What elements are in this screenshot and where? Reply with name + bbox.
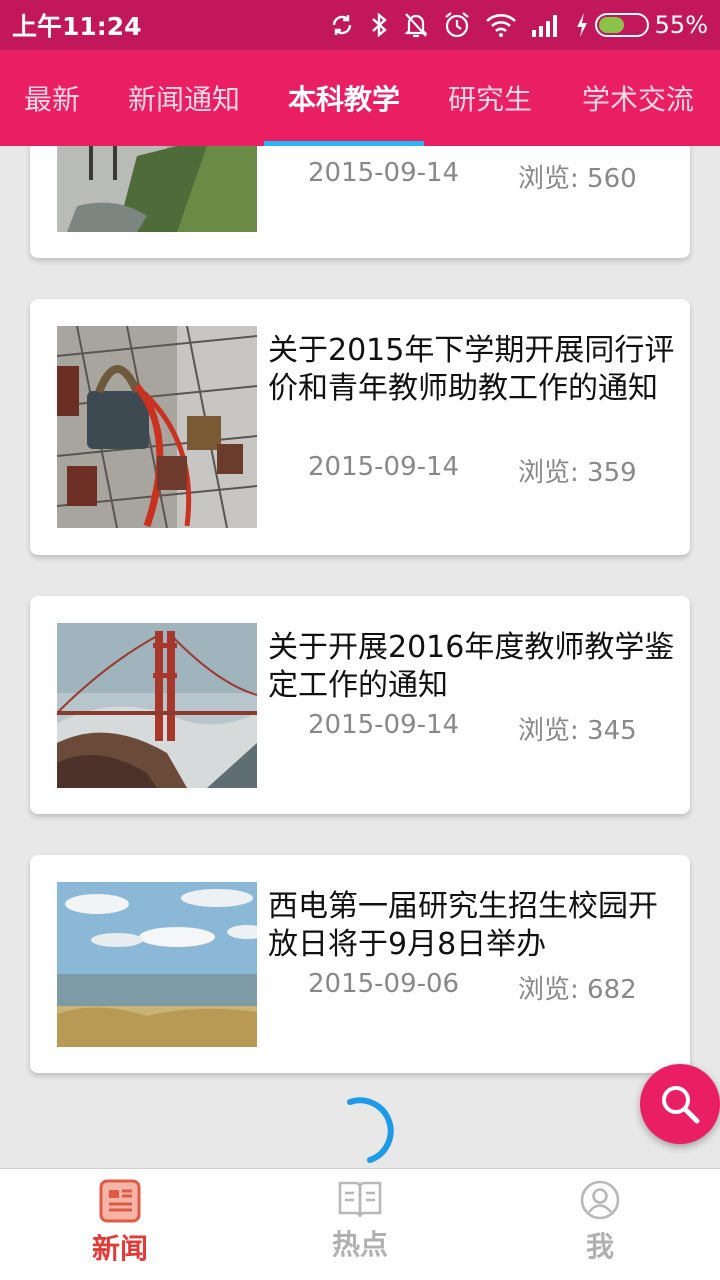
- article-card[interactable]: 关于开展2016年度教师教学鉴定工作的通知 2015-09-14 浏览: 345: [30, 596, 690, 814]
- tab-latest[interactable]: 最新: [0, 50, 104, 146]
- article-date: 2015-09-06: [308, 969, 460, 999]
- article-date: 2015-09-14: [308, 158, 460, 188]
- wifi-icon: [485, 14, 516, 37]
- status-bar: 上午11:24 55%: [0, 0, 720, 50]
- article-title: 西电第一届研究生招生校园开放日将于9月8日举办: [268, 889, 658, 962]
- category-tab-bar: 最新 新闻通知 本科教学 研究生 学术交流: [0, 50, 720, 146]
- article-thumbnail-locks: [57, 326, 257, 528]
- nav-hot[interactable]: 热点: [240, 1169, 480, 1280]
- tab-undergraduate-teaching[interactable]: 本科教学: [264, 50, 424, 146]
- battery-level: [598, 17, 624, 33]
- loading-spinner-icon: [347, 1097, 394, 1163]
- signal-icon: [531, 15, 557, 37]
- tab-news-notices[interactable]: 新闻通知: [112, 50, 256, 146]
- article-title: 关于开展2016年度教师教学鉴定工作的通知: [268, 630, 675, 703]
- nav-label-hot: 热点: [331, 1228, 388, 1261]
- search-button[interactable]: [640, 1064, 720, 1144]
- article-views: 浏览: 682: [518, 975, 637, 1005]
- article-views: 浏览: 560: [518, 164, 637, 194]
- nav-news[interactable]: 新闻: [0, 1169, 240, 1280]
- article-thumbnail-deer: [57, 146, 257, 232]
- alarm-icon: [444, 12, 469, 38]
- status-icons: 55%: [329, 11, 708, 39]
- article-title: 关于2015年下学期开展同行评价和青年教师助教工作的通知: [268, 333, 675, 406]
- active-tab-indicator: [264, 141, 424, 146]
- tab-academic-exchange[interactable]: 学术交流: [566, 50, 710, 146]
- charging-icon: [576, 13, 587, 37]
- book-icon: [338, 1181, 382, 1218]
- battery-icon: [594, 13, 649, 37]
- nav-me[interactable]: 我: [480, 1169, 720, 1280]
- article-card[interactable]: 2015-09-14 浏览: 560: [30, 146, 690, 258]
- battery-percent: 55%: [654, 11, 708, 39]
- bluetooth-icon: [371, 12, 387, 38]
- sync-icon: [332, 15, 351, 35]
- nav-label-news: 新闻: [91, 1232, 148, 1265]
- article-views: 浏览: 359: [518, 458, 637, 488]
- user-icon: [580, 1180, 620, 1220]
- mute-icon: [404, 13, 428, 38]
- status-time: 上午11:24: [12, 12, 142, 41]
- article-list: 2015-09-14 浏览: 560 关于2015年下学期开展同行评价和青年教师…: [0, 146, 720, 1168]
- app-screen: 上午11:24 55% 最新 新闻通知 本科教学 研究生 学术交流 2015-0…: [0, 0, 720, 1280]
- article-card[interactable]: 西电第一届研究生招生校园开放日将于9月8日举办 2015-09-06 浏览: 6…: [30, 855, 690, 1073]
- article-card[interactable]: 关于2015年下学期开展同行评价和青年教师助教工作的通知 2015-09-14 …: [30, 299, 690, 555]
- article-date: 2015-09-14: [308, 710, 460, 740]
- tab-graduate[interactable]: 研究生: [430, 50, 550, 146]
- battery: 55%: [575, 11, 708, 39]
- article-thumbnail-seaside: [57, 882, 257, 1047]
- article-views: 浏览: 345: [518, 716, 637, 746]
- bottom-navigation: 新闻 热点 我: [0, 1168, 720, 1280]
- nav-label-me: 我: [585, 1230, 614, 1263]
- article-date: 2015-09-14: [308, 452, 460, 482]
- search-icon: [662, 1086, 700, 1124]
- article-thumbnail-bridge: [57, 623, 257, 788]
- news-icon: [99, 1179, 141, 1223]
